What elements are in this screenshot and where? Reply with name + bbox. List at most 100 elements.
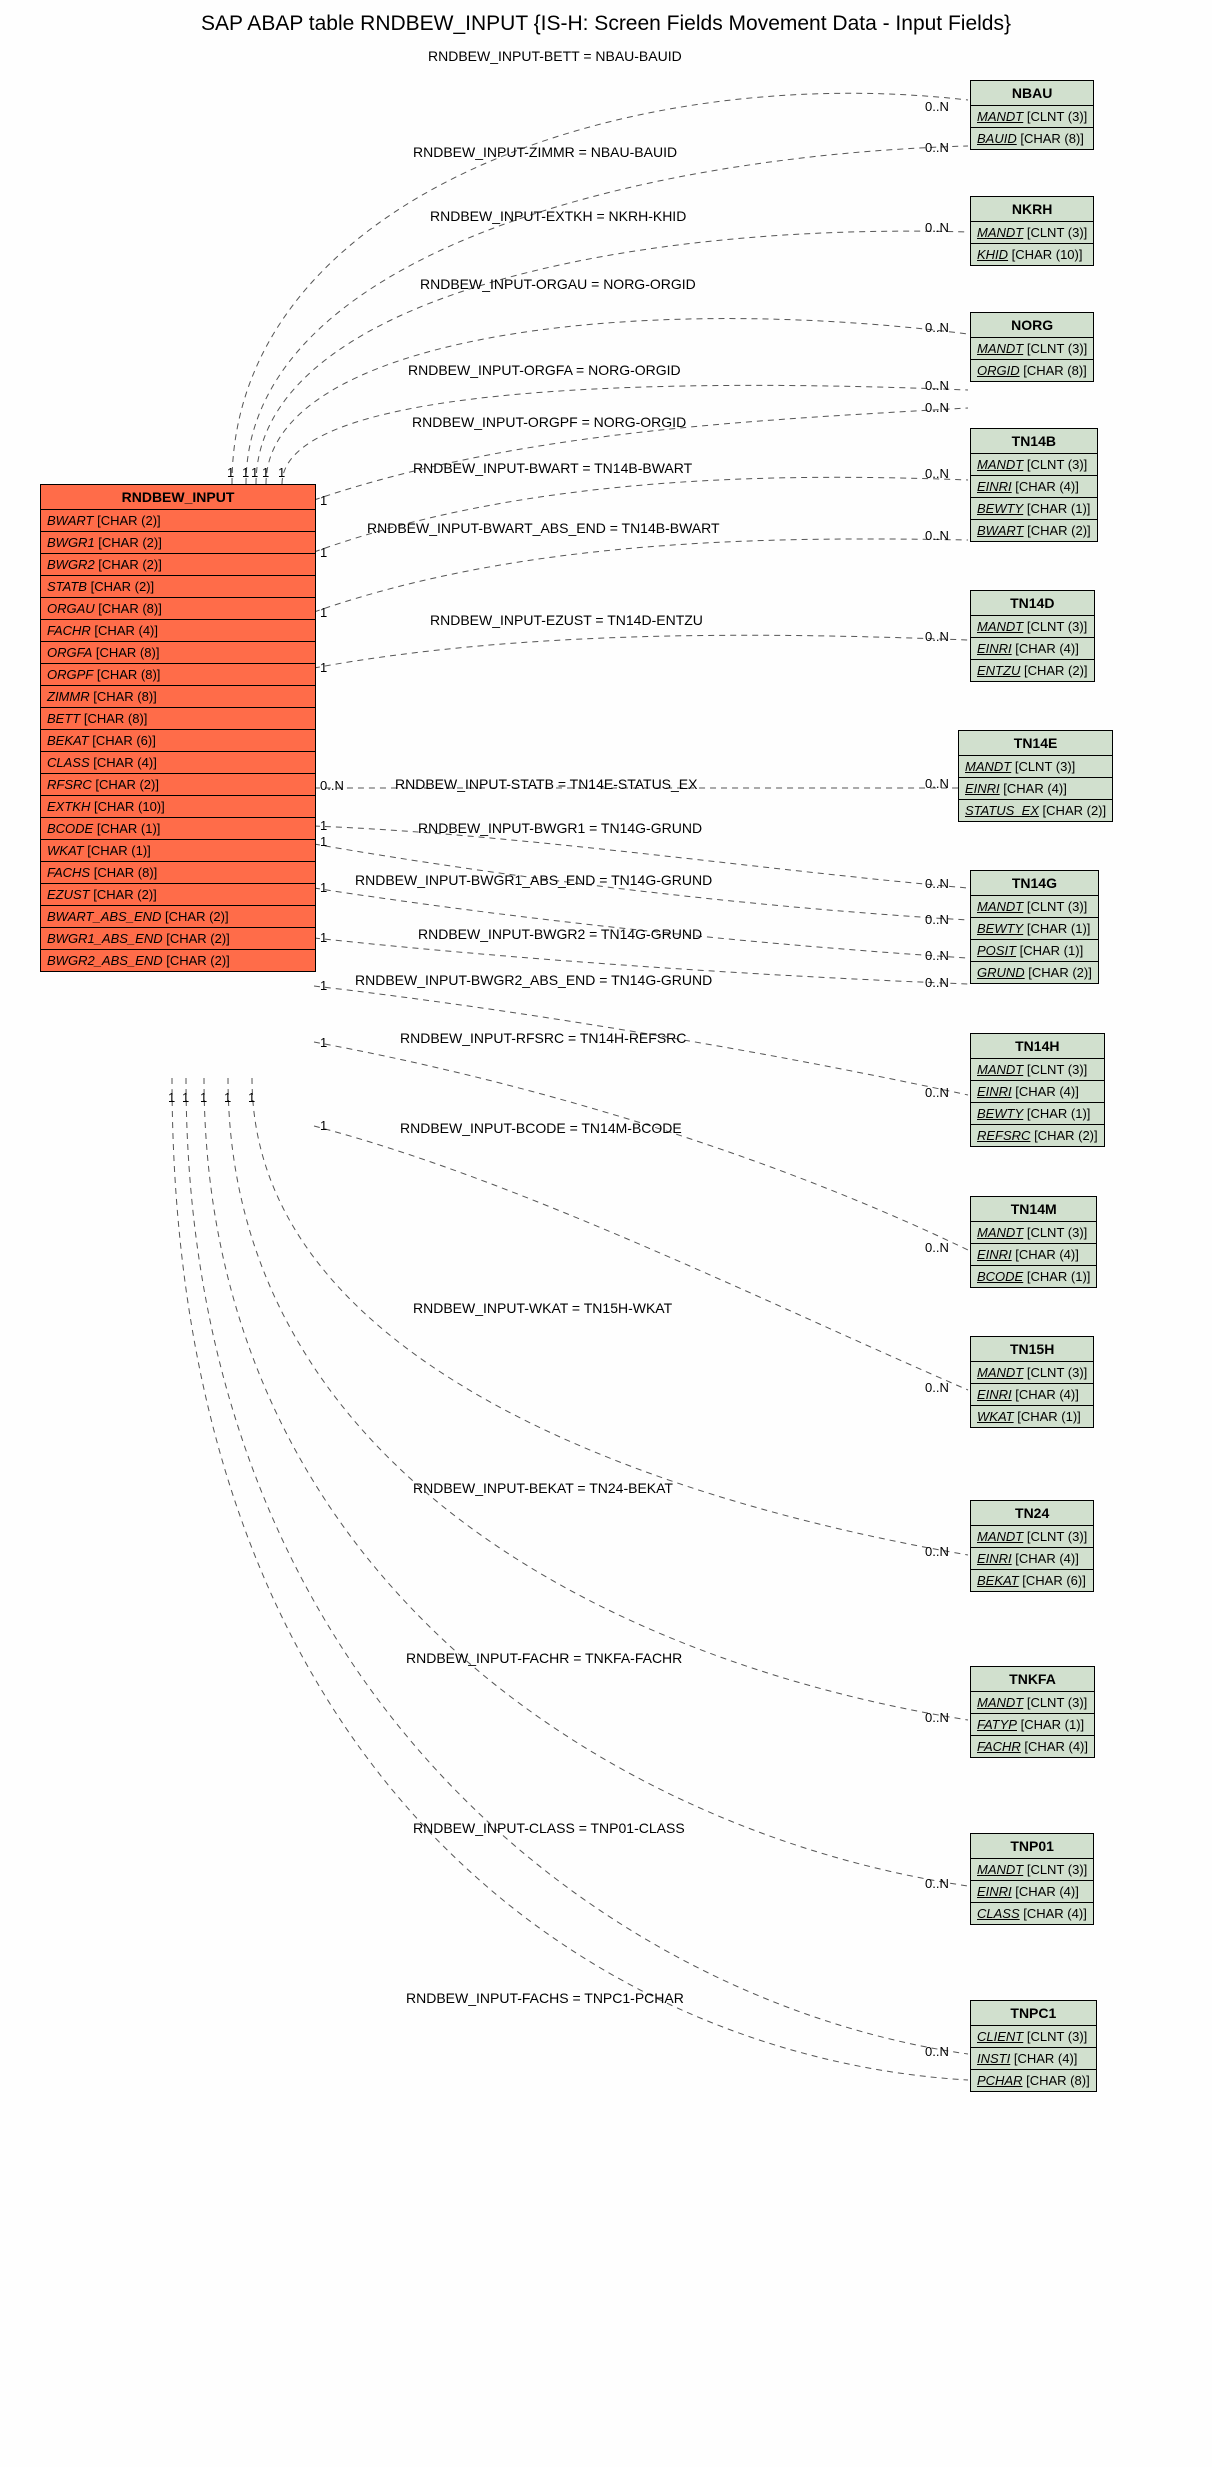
relationship-label: RNDBEW_INPUT-BCODE = TN14M-BCODE — [400, 1120, 682, 1136]
field-row: MANDT [CLNT (3)] — [971, 222, 1093, 244]
relationship-label: RNDBEW_INPUT-BWGR1 = TN14G-GRUND — [418, 820, 702, 836]
field-row: ZIMMR [CHAR (8)] — [41, 686, 315, 708]
cardinality-label: 1 — [320, 545, 327, 560]
entity-tn14b: TN14BMANDT [CLNT (3)]EINRI [CHAR (4)]BEW… — [970, 428, 1098, 542]
field-row: ORGFA [CHAR (8)] — [41, 642, 315, 664]
relationship-label: RNDBEW_INPUT-BWART_ABS_END = TN14B-BWART — [367, 520, 720, 536]
field-row: MANDT [CLNT (3)] — [971, 1692, 1094, 1714]
relationship-label: RNDBEW_INPUT-RFSRC = TN14H-REFSRC — [400, 1030, 686, 1046]
relationship-label: RNDBEW_INPUT-ORGPF = NORG-ORGID — [412, 414, 686, 430]
field-row: KHID [CHAR (10)] — [971, 244, 1093, 265]
relationship-label: RNDBEW_INPUT-FACHS = TNPC1-PCHAR — [406, 1990, 684, 2006]
relationship-label: RNDBEW_INPUT-EZUST = TN14D-ENTZU — [430, 612, 703, 628]
cardinality-label: 1 — [320, 880, 327, 895]
cardinality-label: 0..N — [925, 948, 949, 963]
cardinality-label: 1 — [278, 465, 285, 480]
field-row: ORGPF [CHAR (8)] — [41, 664, 315, 686]
field-row: EINRI [CHAR (4)] — [971, 1244, 1096, 1266]
entity-header: RNDBEW_INPUT — [41, 485, 315, 510]
field-row: EINRI [CHAR (4)] — [971, 638, 1094, 660]
field-row: FACHS [CHAR (8)] — [41, 862, 315, 884]
cardinality-label: 0..N — [925, 140, 949, 155]
field-row: BWART_ABS_END [CHAR (2)] — [41, 906, 315, 928]
cardinality-label: 0..N — [925, 320, 949, 335]
cardinality-label: 0..N — [925, 220, 949, 235]
relationship-label: RNDBEW_INPUT-BWGR2 = TN14G-GRUND — [418, 926, 702, 942]
entity-header: TN24 — [971, 1501, 1093, 1526]
field-row: BCODE [CHAR (1)] — [971, 1266, 1096, 1287]
cardinality-label: 0..N — [925, 1876, 949, 1891]
field-row: ORGAU [CHAR (8)] — [41, 598, 315, 620]
cardinality-label: 0..N — [925, 975, 949, 990]
field-row: EINRI [CHAR (4)] — [959, 778, 1112, 800]
entity-header: TN14B — [971, 429, 1097, 454]
cardinality-label: 0..N — [925, 528, 949, 543]
entity-header: NBAU — [971, 81, 1093, 106]
entity-header: NKRH — [971, 197, 1093, 222]
relationship-label: RNDBEW_INPUT-BETT = NBAU-BAUID — [428, 48, 682, 64]
field-row: REFSRC [CHAR (2)] — [971, 1125, 1104, 1146]
field-row: BWGR1 [CHAR (2)] — [41, 532, 315, 554]
cardinality-label: 0..N — [925, 912, 949, 927]
cardinality-label: 0..N — [925, 1544, 949, 1559]
cardinality-label: 1 — [320, 660, 327, 675]
field-row: MANDT [CLNT (3)] — [971, 338, 1093, 360]
relationship-label: RNDBEW_INPUT-BWGR2_ABS_END = TN14G-GRUND — [355, 972, 712, 988]
cardinality-label: 0..N — [925, 1240, 949, 1255]
relationship-label: RNDBEW_INPUT-EXTKH = NKRH-KHID — [430, 208, 686, 224]
field-row: MANDT [CLNT (3)] — [971, 1222, 1096, 1244]
relationship-label: RNDBEW_INPUT-CLASS = TNP01-CLASS — [413, 1820, 685, 1836]
field-row: BWGR2_ABS_END [CHAR (2)] — [41, 950, 315, 971]
relationship-label: RNDBEW_INPUT-FACHR = TNKFA-FACHR — [406, 1650, 682, 1666]
field-row: STATB [CHAR (2)] — [41, 576, 315, 598]
field-row: BCODE [CHAR (1)] — [41, 818, 315, 840]
entity-tn14e: TN14EMANDT [CLNT (3)]EINRI [CHAR (4)]STA… — [958, 730, 1113, 822]
field-row: WKAT [CHAR (1)] — [41, 840, 315, 862]
cardinality-label: 0..N — [925, 1710, 949, 1725]
entity-nbau: NBAUMANDT [CLNT (3)]BAUID [CHAR (8)] — [970, 80, 1094, 150]
cardinality-label: 0..N — [925, 1380, 949, 1395]
cardinality-label: 0..N — [925, 2044, 949, 2059]
field-row: MANDT [CLNT (3)] — [971, 454, 1097, 476]
field-row: CLIENT [CLNT (3)] — [971, 2026, 1096, 2048]
cardinality-label: 1 — [227, 465, 234, 480]
cardinality-label: 0..N — [925, 466, 949, 481]
cardinality-label: 0..N — [925, 776, 949, 791]
field-row: FACHR [CHAR (4)] — [971, 1736, 1094, 1757]
field-row: BEKAT [CHAR (6)] — [971, 1570, 1093, 1591]
entity-header: TN14E — [959, 731, 1112, 756]
entity-tnkfa: TNKFAMANDT [CLNT (3)]FATYP [CHAR (1)]FAC… — [970, 1666, 1095, 1758]
entity-header: TNP01 — [971, 1834, 1093, 1859]
diagram-title: SAP ABAP table RNDBEW_INPUT {IS-H: Scree… — [201, 12, 1011, 36]
entity-rndbew-input: RNDBEW_INPUT BWART [CHAR (2)]BWGR1 [CHAR… — [40, 484, 316, 972]
entity-tn14m: TN14MMANDT [CLNT (3)]EINRI [CHAR (4)]BCO… — [970, 1196, 1097, 1288]
cardinality-label: 1 — [224, 1090, 231, 1105]
entity-header: TNPC1 — [971, 2001, 1096, 2026]
entity-header: TN14G — [971, 871, 1098, 896]
cardinality-label: 1 — [320, 493, 327, 508]
field-row: BEKAT [CHAR (6)] — [41, 730, 315, 752]
entity-header: NORG — [971, 313, 1093, 338]
cardinality-label: 0..N — [925, 99, 949, 114]
relationship-label: RNDBEW_INPUT-WKAT = TN15H-WKAT — [413, 1300, 672, 1316]
entity-tn15h: TN15HMANDT [CLNT (3)]EINRI [CHAR (4)]WKA… — [970, 1336, 1094, 1428]
field-row: MANDT [CLNT (3)] — [971, 106, 1093, 128]
field-row: GRUND [CHAR (2)] — [971, 962, 1098, 983]
field-row: BWGR1_ABS_END [CHAR (2)] — [41, 928, 315, 950]
cardinality-label: 1 — [262, 465, 269, 480]
cardinality-label: 1 — [251, 465, 258, 480]
cardinality-label: 1 — [320, 1118, 327, 1133]
cardinality-label: 1 — [248, 1090, 255, 1105]
field-row: BEWTY [CHAR (1)] — [971, 1103, 1104, 1125]
entity-norg: NORGMANDT [CLNT (3)]ORGID [CHAR (8)] — [970, 312, 1094, 382]
field-row: BWGR2 [CHAR (2)] — [41, 554, 315, 576]
field-row: MANDT [CLNT (3)] — [959, 756, 1112, 778]
cardinality-label: 1 — [242, 465, 249, 480]
entity-header: TN14H — [971, 1034, 1104, 1059]
cardinality-label: 1 — [320, 818, 327, 833]
cardinality-label: 0..N — [925, 378, 949, 393]
cardinality-label: 1 — [320, 605, 327, 620]
field-row: ORGID [CHAR (8)] — [971, 360, 1093, 381]
field-row: MANDT [CLNT (3)] — [971, 1059, 1104, 1081]
field-row: EINRI [CHAR (4)] — [971, 1384, 1093, 1406]
